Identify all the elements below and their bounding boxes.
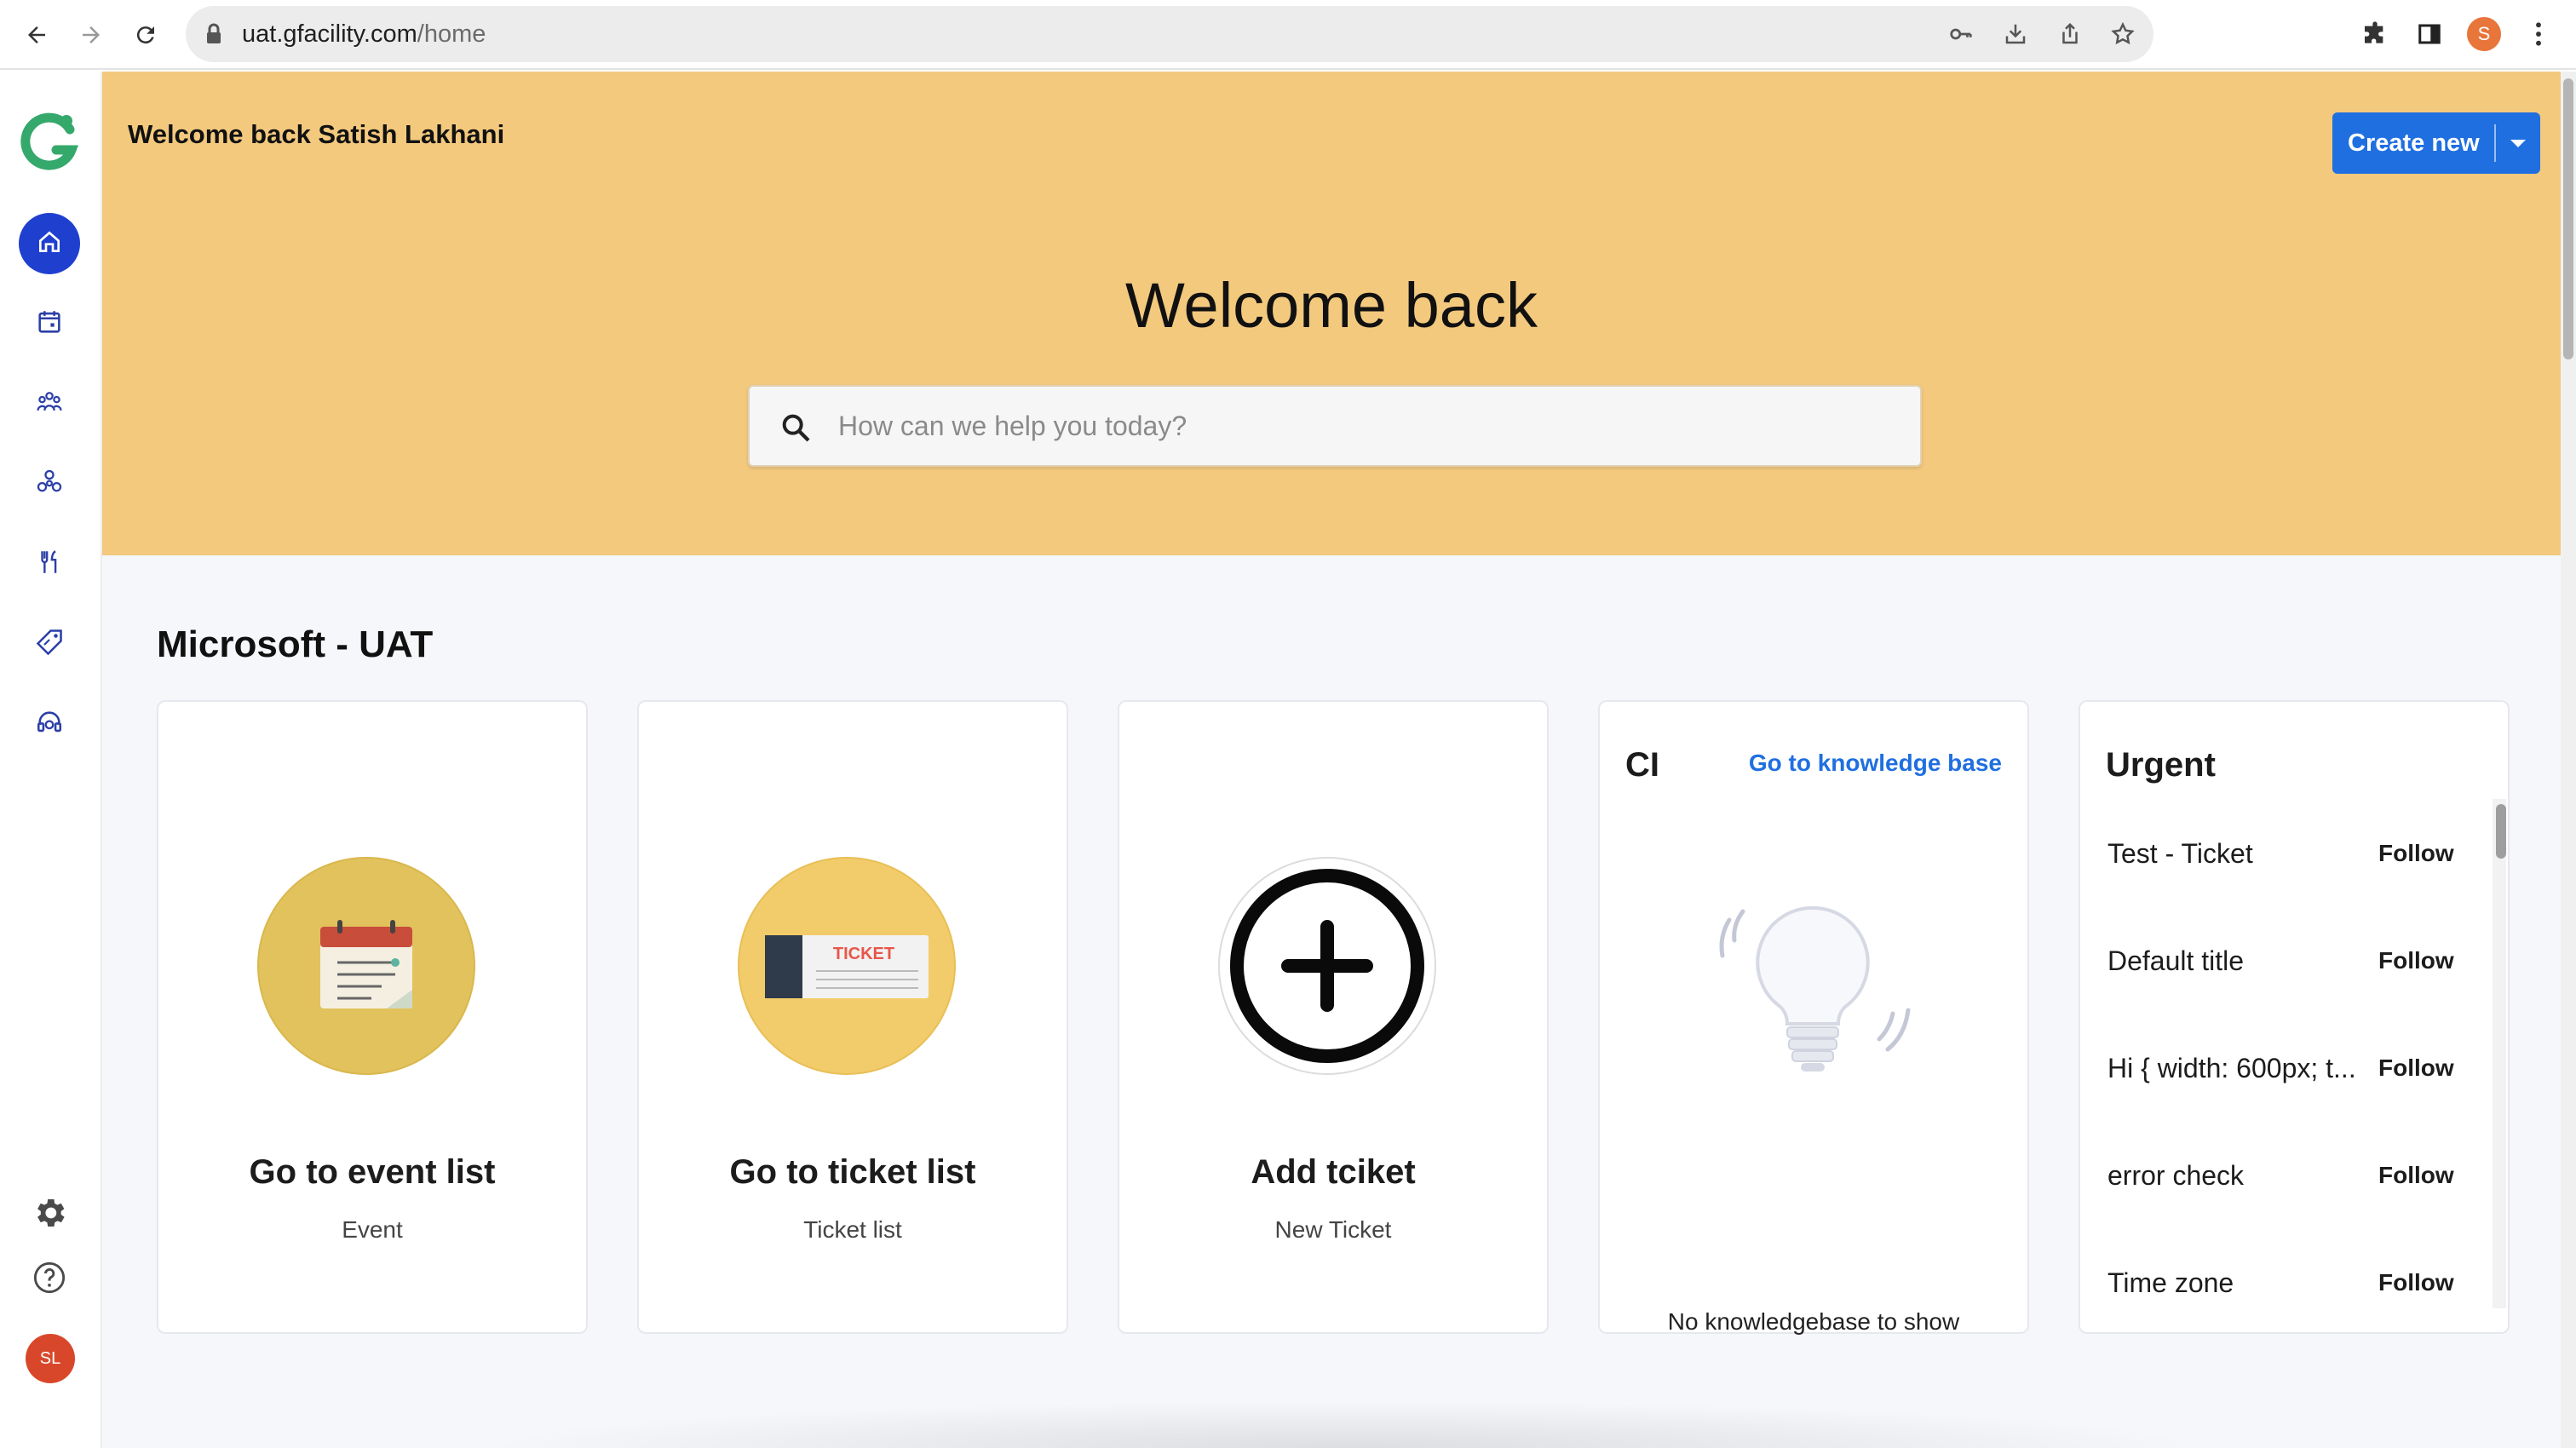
main-content: Welcome back Satish Lakhani Create new W… bbox=[102, 72, 2561, 1448]
plus-circle-icon bbox=[1218, 857, 1436, 1075]
help-button[interactable] bbox=[19, 1249, 80, 1310]
add-ticket-card[interactable]: Add tciket New Ticket bbox=[1118, 700, 1549, 1334]
empty-state-text: No knowledgebase to show bbox=[1667, 1308, 1960, 1335]
card-title: Go to ticket list bbox=[729, 1153, 976, 1191]
ticket-name[interactable]: Default title bbox=[2107, 945, 2363, 977]
urgent-card: Urgent Test - Ticket Follow Default titl… bbox=[2079, 700, 2510, 1334]
chevron-down-icon[interactable] bbox=[2496, 137, 2540, 149]
greeting-text: Welcome back Satish Lakhani bbox=[128, 119, 505, 149]
settings-button[interactable] bbox=[19, 1184, 80, 1245]
install-icon[interactable] bbox=[2002, 20, 2029, 48]
team-icon bbox=[35, 388, 64, 421]
tools-icon bbox=[35, 548, 64, 581]
sidebar-item-team[interactable] bbox=[19, 373, 80, 434]
knowledge-base-card: CI Go to knowledge base No knowledgebase… bbox=[1598, 700, 2029, 1335]
help-icon bbox=[32, 1261, 66, 1299]
workspace-title: Microsoft - UAT bbox=[157, 623, 434, 665]
lightbulb-icon bbox=[1695, 881, 1934, 1089]
user-avatar[interactable]: SL bbox=[26, 1334, 75, 1383]
page-scrollbar[interactable] bbox=[2561, 72, 2576, 1448]
back-icon[interactable] bbox=[17, 15, 56, 55]
list-item: Time zone Follow bbox=[2080, 1267, 2487, 1375]
follow-button[interactable]: Follow bbox=[2378, 1269, 2454, 1296]
page-title: Welcome back bbox=[1125, 270, 1538, 341]
sidebar-item-tools[interactable] bbox=[19, 533, 80, 595]
bottom-shadow bbox=[477, 1400, 2215, 1448]
card-title: Go to event list bbox=[249, 1153, 496, 1191]
list-item: error check Follow bbox=[2080, 1160, 2487, 1267]
follow-button[interactable]: Follow bbox=[2378, 947, 2454, 974]
extensions-icon[interactable] bbox=[2358, 17, 2392, 51]
kb-title: CI bbox=[1625, 746, 1659, 784]
ticket-label: TICKET bbox=[833, 945, 894, 963]
home-icon bbox=[36, 228, 63, 260]
url-text: uat.gfacility.com/home bbox=[242, 20, 486, 48]
sidebar-item-calendar[interactable] bbox=[19, 293, 80, 354]
calendar-icon bbox=[35, 307, 64, 341]
card-title: Add tciket bbox=[1251, 1153, 1416, 1191]
hero-banner: Welcome back Satish Lakhani Create new W… bbox=[102, 72, 2561, 555]
ticket-icon: TICKET bbox=[738, 857, 956, 1075]
key-icon[interactable] bbox=[1947, 20, 1975, 48]
star-icon[interactable] bbox=[2109, 20, 2136, 48]
profile-avatar[interactable]: S bbox=[2467, 17, 2501, 51]
follow-button[interactable]: Follow bbox=[2378, 1054, 2454, 1082]
ticket-name[interactable]: error check bbox=[2107, 1160, 2363, 1192]
ticket-list-card[interactable]: TICKET Go to ticket list Ticket list bbox=[637, 700, 1068, 1334]
search-icon bbox=[779, 411, 813, 449]
urgent-title: Urgent bbox=[2106, 746, 2216, 784]
kebab-menu-icon[interactable] bbox=[2521, 17, 2556, 51]
reload-icon[interactable] bbox=[126, 15, 165, 55]
search-box[interactable] bbox=[748, 385, 1922, 467]
card-subtitle: Event bbox=[342, 1216, 403, 1243]
gear-icon bbox=[31, 1194, 68, 1236]
browser-toolbar: uat.gfacility.com/home S bbox=[0, 0, 2576, 70]
follow-button[interactable]: Follow bbox=[2378, 1162, 2454, 1189]
sidebar: SL bbox=[0, 72, 102, 1448]
go-to-knowledge-base-link[interactable]: Go to knowledge base bbox=[1749, 750, 2002, 777]
network-icon bbox=[35, 468, 64, 501]
side-panel-icon[interactable] bbox=[2412, 17, 2447, 51]
follow-button[interactable]: Follow bbox=[2378, 840, 2454, 867]
list-item: Test - Ticket Follow bbox=[2080, 838, 2487, 945]
sidebar-item-tags[interactable] bbox=[19, 613, 80, 675]
sidebar-item-support[interactable] bbox=[19, 693, 80, 755]
urgent-scrollbar-thumb[interactable] bbox=[2496, 804, 2506, 859]
list-item: Default title Follow bbox=[2080, 945, 2487, 1053]
create-new-label: Create new bbox=[2348, 129, 2480, 157]
calendar-icon bbox=[257, 857, 475, 1075]
ticket-name[interactable]: Test - Ticket bbox=[2107, 838, 2363, 870]
forward-icon[interactable] bbox=[72, 15, 111, 55]
address-bar[interactable]: uat.gfacility.com/home bbox=[186, 6, 2153, 62]
sidebar-item-network[interactable] bbox=[19, 453, 80, 514]
urgent-list: Test - Ticket Follow Default title Follo… bbox=[2080, 838, 2487, 1375]
card-subtitle: Ticket list bbox=[803, 1216, 902, 1243]
urgent-scrollbar[interactable] bbox=[2493, 799, 2506, 1308]
event-list-card[interactable]: Go to event list Event bbox=[157, 700, 588, 1334]
tag-icon bbox=[34, 627, 65, 662]
ticket-name[interactable]: Time zone bbox=[2107, 1267, 2363, 1299]
card-subtitle: New Ticket bbox=[1274, 1216, 1392, 1243]
create-new-button[interactable]: Create new bbox=[2332, 112, 2540, 174]
page-scrollbar-thumb[interactable] bbox=[2563, 78, 2573, 359]
share-icon[interactable] bbox=[2056, 20, 2084, 48]
search-input[interactable] bbox=[838, 387, 1895, 465]
support-icon bbox=[35, 708, 64, 741]
sidebar-item-home[interactable] bbox=[19, 213, 80, 274]
ticket-name[interactable]: Hi { width: 600px; t... bbox=[2107, 1053, 2363, 1084]
app-logo[interactable] bbox=[19, 111, 80, 178]
list-item: Hi { width: 600px; t... Follow bbox=[2080, 1053, 2487, 1160]
lock-icon bbox=[204, 22, 223, 50]
